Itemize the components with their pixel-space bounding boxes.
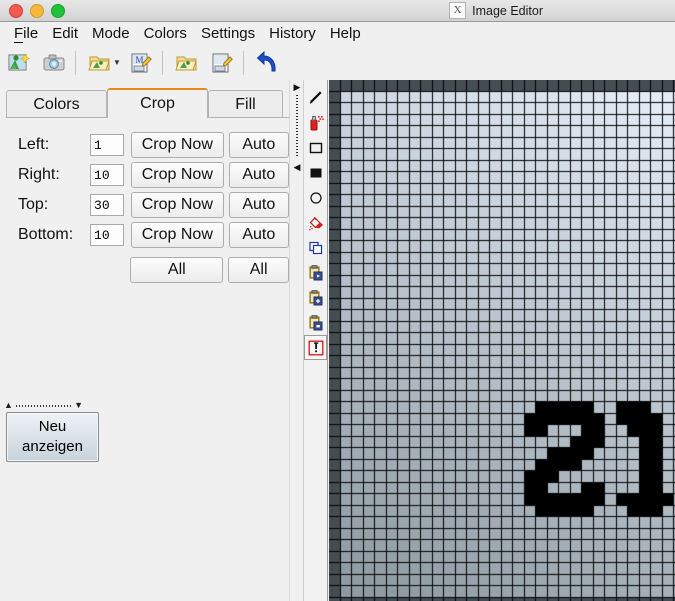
open-recent-icon[interactable] xyxy=(84,47,116,79)
auto-bottom-button[interactable]: Auto xyxy=(229,222,289,248)
menu-file[interactable]: File xyxy=(7,23,45,44)
menu-help[interactable]: Help xyxy=(323,23,368,44)
copy-icon[interactable] xyxy=(304,235,327,260)
crop-row-bottom: Bottom: Crop Now Auto xyxy=(0,220,289,250)
crop-now-top-button[interactable]: Crop Now xyxy=(131,192,224,218)
crop-bottom-label: Bottom: xyxy=(0,226,90,244)
tab-fill[interactable]: Fill xyxy=(208,90,283,118)
rectangle-filled-icon[interactable] xyxy=(304,160,327,185)
toolbar-separator xyxy=(243,51,244,75)
splitter-grip xyxy=(16,405,72,407)
menu-settings[interactable]: Settings xyxy=(194,23,262,44)
paste-right-icon[interactable] xyxy=(304,260,327,285)
fill-bucket-icon[interactable] xyxy=(304,210,327,235)
new-image-icon[interactable] xyxy=(3,47,35,79)
image-editor-window: X Image Editor File Edit Mode Colors Set… xyxy=(0,0,675,601)
spray-can-icon[interactable] xyxy=(304,110,327,135)
save-file-icon[interactable] xyxy=(206,47,238,79)
crop-form: Left: Crop Now Auto Right: Crop Now Auto… xyxy=(0,130,289,285)
tool-palette xyxy=(303,80,328,601)
crop-now-bottom-button[interactable]: Crop Now xyxy=(131,222,224,248)
image-canvas[interactable] xyxy=(329,80,675,601)
main-toolbar: ▼ M xyxy=(0,45,675,80)
menu-mode[interactable]: Mode xyxy=(85,23,137,44)
paste-replace-icon[interactable] xyxy=(304,310,327,335)
undo-icon[interactable] xyxy=(252,47,284,79)
crop-row-left: Left: Crop Now Auto xyxy=(0,130,289,160)
crop-now-left-button[interactable]: Crop Now xyxy=(131,132,224,158)
chevron-down-icon[interactable]: ▼ xyxy=(113,58,121,67)
menu-bar: File Edit Mode Colors Settings History H… xyxy=(0,22,675,44)
crop-top-input[interactable] xyxy=(90,194,124,216)
camera-screenshot-icon[interactable] xyxy=(38,47,70,79)
left-panel: Colors Crop Fill Left: Crop Now Auto Rig… xyxy=(0,80,289,601)
pencil-icon[interactable] xyxy=(304,85,327,110)
pixel-grid-canvas[interactable] xyxy=(329,80,675,601)
splitter-left-icon[interactable]: ◀ xyxy=(294,163,301,172)
panel-splitter-vertical[interactable]: ▶ ◀ xyxy=(289,80,304,601)
x-window-icon: X xyxy=(449,2,466,19)
window-title-group: X Image Editor xyxy=(0,0,675,21)
splitter-up-icon[interactable]: ▲ xyxy=(4,401,14,410)
refresh-preview-line2: anzeigen xyxy=(22,437,83,457)
svg-text:M: M xyxy=(135,55,143,65)
tab-strip: Colors Crop Fill xyxy=(0,86,289,118)
open-file-icon[interactable] xyxy=(171,47,203,79)
crop-left-input[interactable] xyxy=(90,134,124,156)
panel-splitter-horizontal[interactable]: ▲ ▼ xyxy=(4,400,84,411)
auto-top-button[interactable]: Auto xyxy=(229,192,289,218)
toolbar-separator xyxy=(162,51,163,75)
window-title: Image Editor xyxy=(472,4,543,18)
paste-add-icon[interactable] xyxy=(304,285,327,310)
ellipse-outline-icon[interactable] xyxy=(304,185,327,210)
title-bar: X Image Editor xyxy=(0,0,675,22)
menu-edit[interactable]: Edit xyxy=(45,23,85,44)
crop-top-label: Top: xyxy=(0,196,90,214)
tab-crop[interactable]: Crop xyxy=(107,88,208,118)
crop-row-right: Right: Crop Now Auto xyxy=(0,160,289,190)
menu-history[interactable]: History xyxy=(262,23,323,44)
auto-right-button[interactable]: Auto xyxy=(229,162,289,188)
crop-now-all-button[interactable]: All xyxy=(130,257,223,283)
auto-left-button[interactable]: Auto xyxy=(229,132,289,158)
refresh-preview-line1: Neu xyxy=(39,417,67,437)
crop-row-top: Top: Crop Now Auto xyxy=(0,190,289,220)
refresh-preview-button[interactable]: Neu anzeigen xyxy=(6,412,99,462)
toolbar-separator xyxy=(75,51,76,75)
crop-row-all: All All xyxy=(0,255,289,285)
menu-colors[interactable]: Colors xyxy=(137,23,194,44)
tab-colors[interactable]: Colors xyxy=(6,90,107,118)
color-picker-icon[interactable] xyxy=(304,335,327,360)
splitter-grip-vertical xyxy=(296,95,298,157)
crop-right-input[interactable] xyxy=(90,164,124,186)
crop-now-right-button[interactable]: Crop Now xyxy=(131,162,224,188)
splitter-down-icon[interactable]: ▼ xyxy=(74,401,84,410)
splitter-right-icon[interactable]: ▶ xyxy=(294,83,301,92)
rectangle-outline-icon[interactable] xyxy=(304,135,327,160)
crop-bottom-input[interactable] xyxy=(90,224,124,246)
auto-all-button[interactable]: All xyxy=(228,257,289,283)
crop-left-label: Left: xyxy=(0,136,90,154)
crop-right-label: Right: xyxy=(0,166,90,184)
save-as-icon[interactable]: M xyxy=(125,47,157,79)
